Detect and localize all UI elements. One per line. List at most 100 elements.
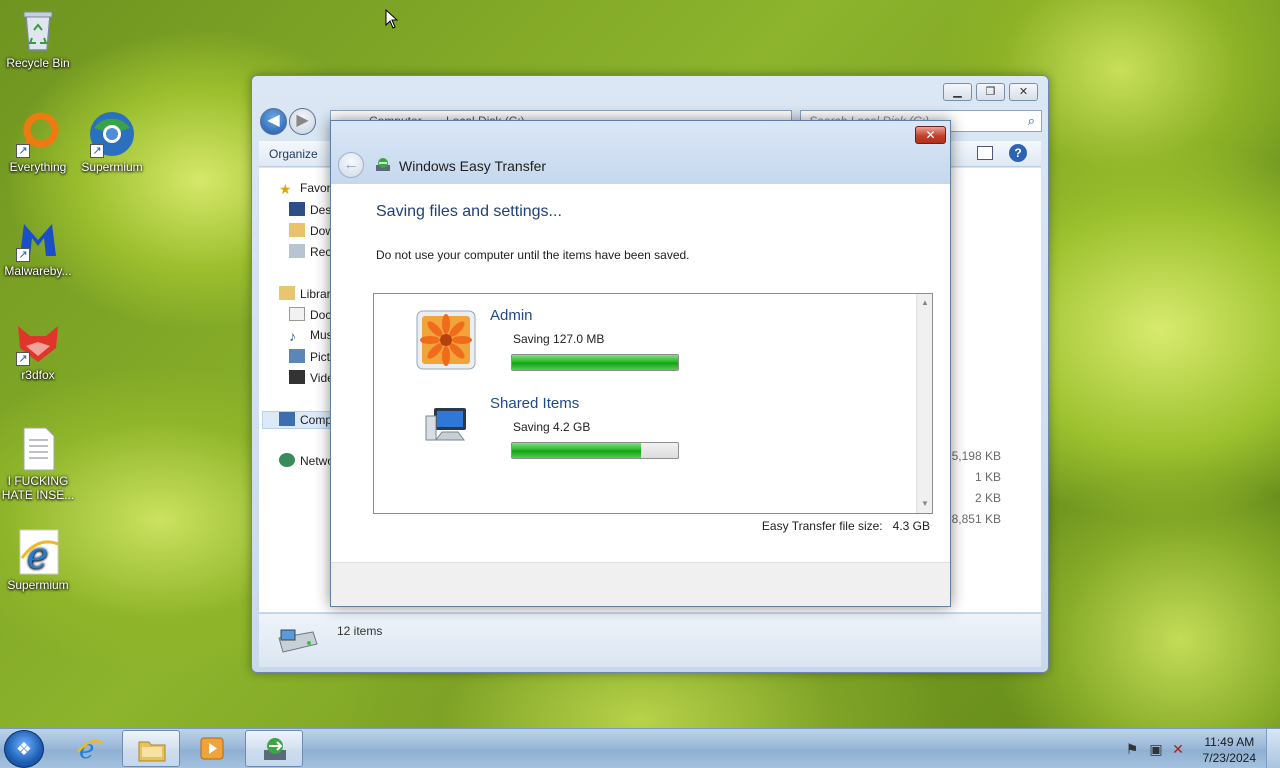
arrow-right-icon: ▶ <box>296 112 309 129</box>
desktop-icon-text-file[interactable]: I FUCKING HATE INSE... <box>0 424 76 502</box>
page-heading: Saving files and settings... <box>376 203 562 220</box>
start-button[interactable]: ❖ <box>4 730 44 768</box>
system-tray: ⚑ ▣ ✕ 11:49 AM 7/23/2024 <box>1110 729 1280 768</box>
scroll-down-icon[interactable]: ▼ <box>917 497 933 511</box>
dialog-footer <box>331 562 950 606</box>
arrow-left-icon: ◀ <box>267 112 280 129</box>
file-size-column: 15,198 KB 1 KB 2 KB 98,851 KB <box>945 446 1001 530</box>
folder-icon <box>138 736 166 763</box>
show-desktop-button[interactable] <box>1266 729 1280 768</box>
taskbar: ❖ e ⚑ ▣ ✕ 11:49 AM 7/23/2024 <box>0 728 1280 768</box>
system-clock[interactable]: 11:49 AM 7/23/2024 <box>1203 734 1256 766</box>
entry-status-shared-items: Saving 4.2 GB <box>513 420 591 434</box>
taskbar-item-media-player[interactable] <box>183 730 241 767</box>
documents-icon <box>289 307 305 321</box>
action-center-flag-icon[interactable]: ⚑ <box>1124 741 1140 757</box>
pictures-icon <box>289 349 305 363</box>
desktop-icon-label: Malwareby... <box>4 264 72 278</box>
network-icon[interactable]: ▣ <box>1148 741 1164 757</box>
mouse-cursor-icon <box>385 9 399 29</box>
desktop-icon-label: Supermium <box>81 160 143 174</box>
easy-transfer-header: ✕ ← Windows Easy Transfer <box>331 121 950 184</box>
clock-time: 11:49 AM <box>1204 735 1255 749</box>
progress-bar-admin <box>511 354 679 371</box>
media-player-icon <box>198 735 226 762</box>
malwarebytes-icon: ↗ <box>14 214 62 262</box>
help-icon[interactable]: ? <box>1009 144 1027 162</box>
maximize-button[interactable]: ❐ <box>976 83 1005 101</box>
forward-button[interactable]: ▶ <box>289 108 316 135</box>
easy-transfer-icon <box>375 157 391 173</box>
desktop-icon-r3dfox[interactable]: ↗ r3dfox <box>0 318 76 382</box>
hard-drive-icon <box>275 628 319 654</box>
transfer-items-list[interactable]: Admin Saving 127.0 MB Shared Items Savin… <box>373 293 933 514</box>
computer-icon <box>279 412 295 426</box>
progress-fill <box>512 443 642 458</box>
easy-transfer-icon <box>261 736 289 763</box>
window-title: Windows Easy Transfer <box>399 158 547 174</box>
vertical-scrollbar[interactable]: ▲ ▼ <box>916 294 932 513</box>
scroll-up-icon[interactable]: ▲ <box>917 296 933 310</box>
network-icon <box>279 453 295 467</box>
file-size-summary: Easy Transfer file size: 4.3 GB <box>762 519 930 533</box>
details-pane: 12 items <box>259 613 1041 667</box>
shortcut-arrow-icon: ↗ <box>16 248 30 262</box>
entry-name-shared-items: Shared Items <box>490 395 580 412</box>
recent-places-icon <box>289 244 305 258</box>
file-size-value: 15,198 KB <box>944 449 1001 463</box>
progress-fill <box>512 355 678 370</box>
desktop-icon-label: Everything <box>9 160 67 174</box>
windows-logo-icon: ❖ <box>15 739 33 759</box>
instruction-text: Do not use your computer until the items… <box>376 248 690 262</box>
desktop-icon-label: I FUCKING HATE INSE... <box>1 474 75 502</box>
search-icon[interactable]: ⌕ <box>1028 113 1035 129</box>
back-button[interactable]: ◀ <box>260 108 287 135</box>
desktop-icon-malwarebytes[interactable]: ↗ Malwareby... <box>0 214 76 278</box>
star-icon: ★ <box>279 181 292 197</box>
easy-transfer-window[interactable]: ✕ ← Windows Easy Transfer Saving files a… <box>330 120 951 607</box>
libraries-icon <box>279 286 295 300</box>
clock-date: 7/23/2024 <box>1202 751 1256 765</box>
preview-pane-icon[interactable] <box>977 146 993 160</box>
music-note-icon: ♪ <box>289 328 296 344</box>
taskbar-item-easy-transfer[interactable] <box>245 730 303 767</box>
desktop-icon-supermium-ie[interactable]: e Supermium <box>0 528 76 592</box>
shared-computer-icon <box>420 404 480 464</box>
user-flower-icon <box>416 310 476 370</box>
close-button[interactable]: ✕ <box>1009 83 1038 101</box>
close-button[interactable]: ✕ <box>915 126 946 144</box>
volume-muted-icon[interactable]: ✕ <box>1170 741 1186 757</box>
shortcut-arrow-icon: ↗ <box>16 144 30 158</box>
everything-icon: ↗ <box>14 110 62 158</box>
internet-explorer-icon: e <box>14 528 62 577</box>
entry-name-admin: Admin <box>490 307 533 324</box>
file-size-value: 98,851 KB <box>944 512 1001 526</box>
taskbar-item-file-explorer[interactable] <box>122 730 180 767</box>
item-count: 12 items <box>337 624 383 638</box>
shortcut-arrow-icon: ↗ <box>90 144 104 158</box>
window-controls: ▁ ❐ ✕ <box>943 83 1038 101</box>
supermium-icon: ↗ <box>88 110 136 158</box>
file-size-value: 1 KB <box>974 470 1001 484</box>
progress-bar-shared-items <box>511 442 679 459</box>
shortcut-arrow-icon: ↗ <box>16 352 30 366</box>
recycle-bin-icon <box>14 6 62 54</box>
r3dfox-icon: ↗ <box>14 318 62 366</box>
text-file-icon <box>14 424 62 472</box>
file-size-value: 4.3 GB <box>892 519 930 533</box>
organize-button[interactable]: Organize <box>269 147 318 161</box>
desktop-icon-label: r3dfox <box>21 368 55 382</box>
desktop-icon-recycle-bin[interactable]: Recycle Bin <box>0 6 76 70</box>
desktop-icon-label: Supermium <box>7 578 69 592</box>
minimize-button[interactable]: ▁ <box>943 83 972 101</box>
internet-explorer-icon: e <box>76 735 104 765</box>
desktop-icon <box>289 202 305 216</box>
desktop-icon-supermium[interactable]: ↗ Supermium <box>74 110 150 174</box>
taskbar-item-internet-explorer[interactable]: e <box>61 730 119 767</box>
videos-icon <box>289 370 305 384</box>
file-size-label: Easy Transfer file size: <box>761 519 883 533</box>
desktop-icon-label: Recycle Bin <box>6 56 70 70</box>
back-button[interactable]: ← <box>338 152 364 178</box>
desktop-icon-everything[interactable]: ↗ Everything <box>0 110 76 174</box>
downloads-folder-icon <box>289 223 305 237</box>
